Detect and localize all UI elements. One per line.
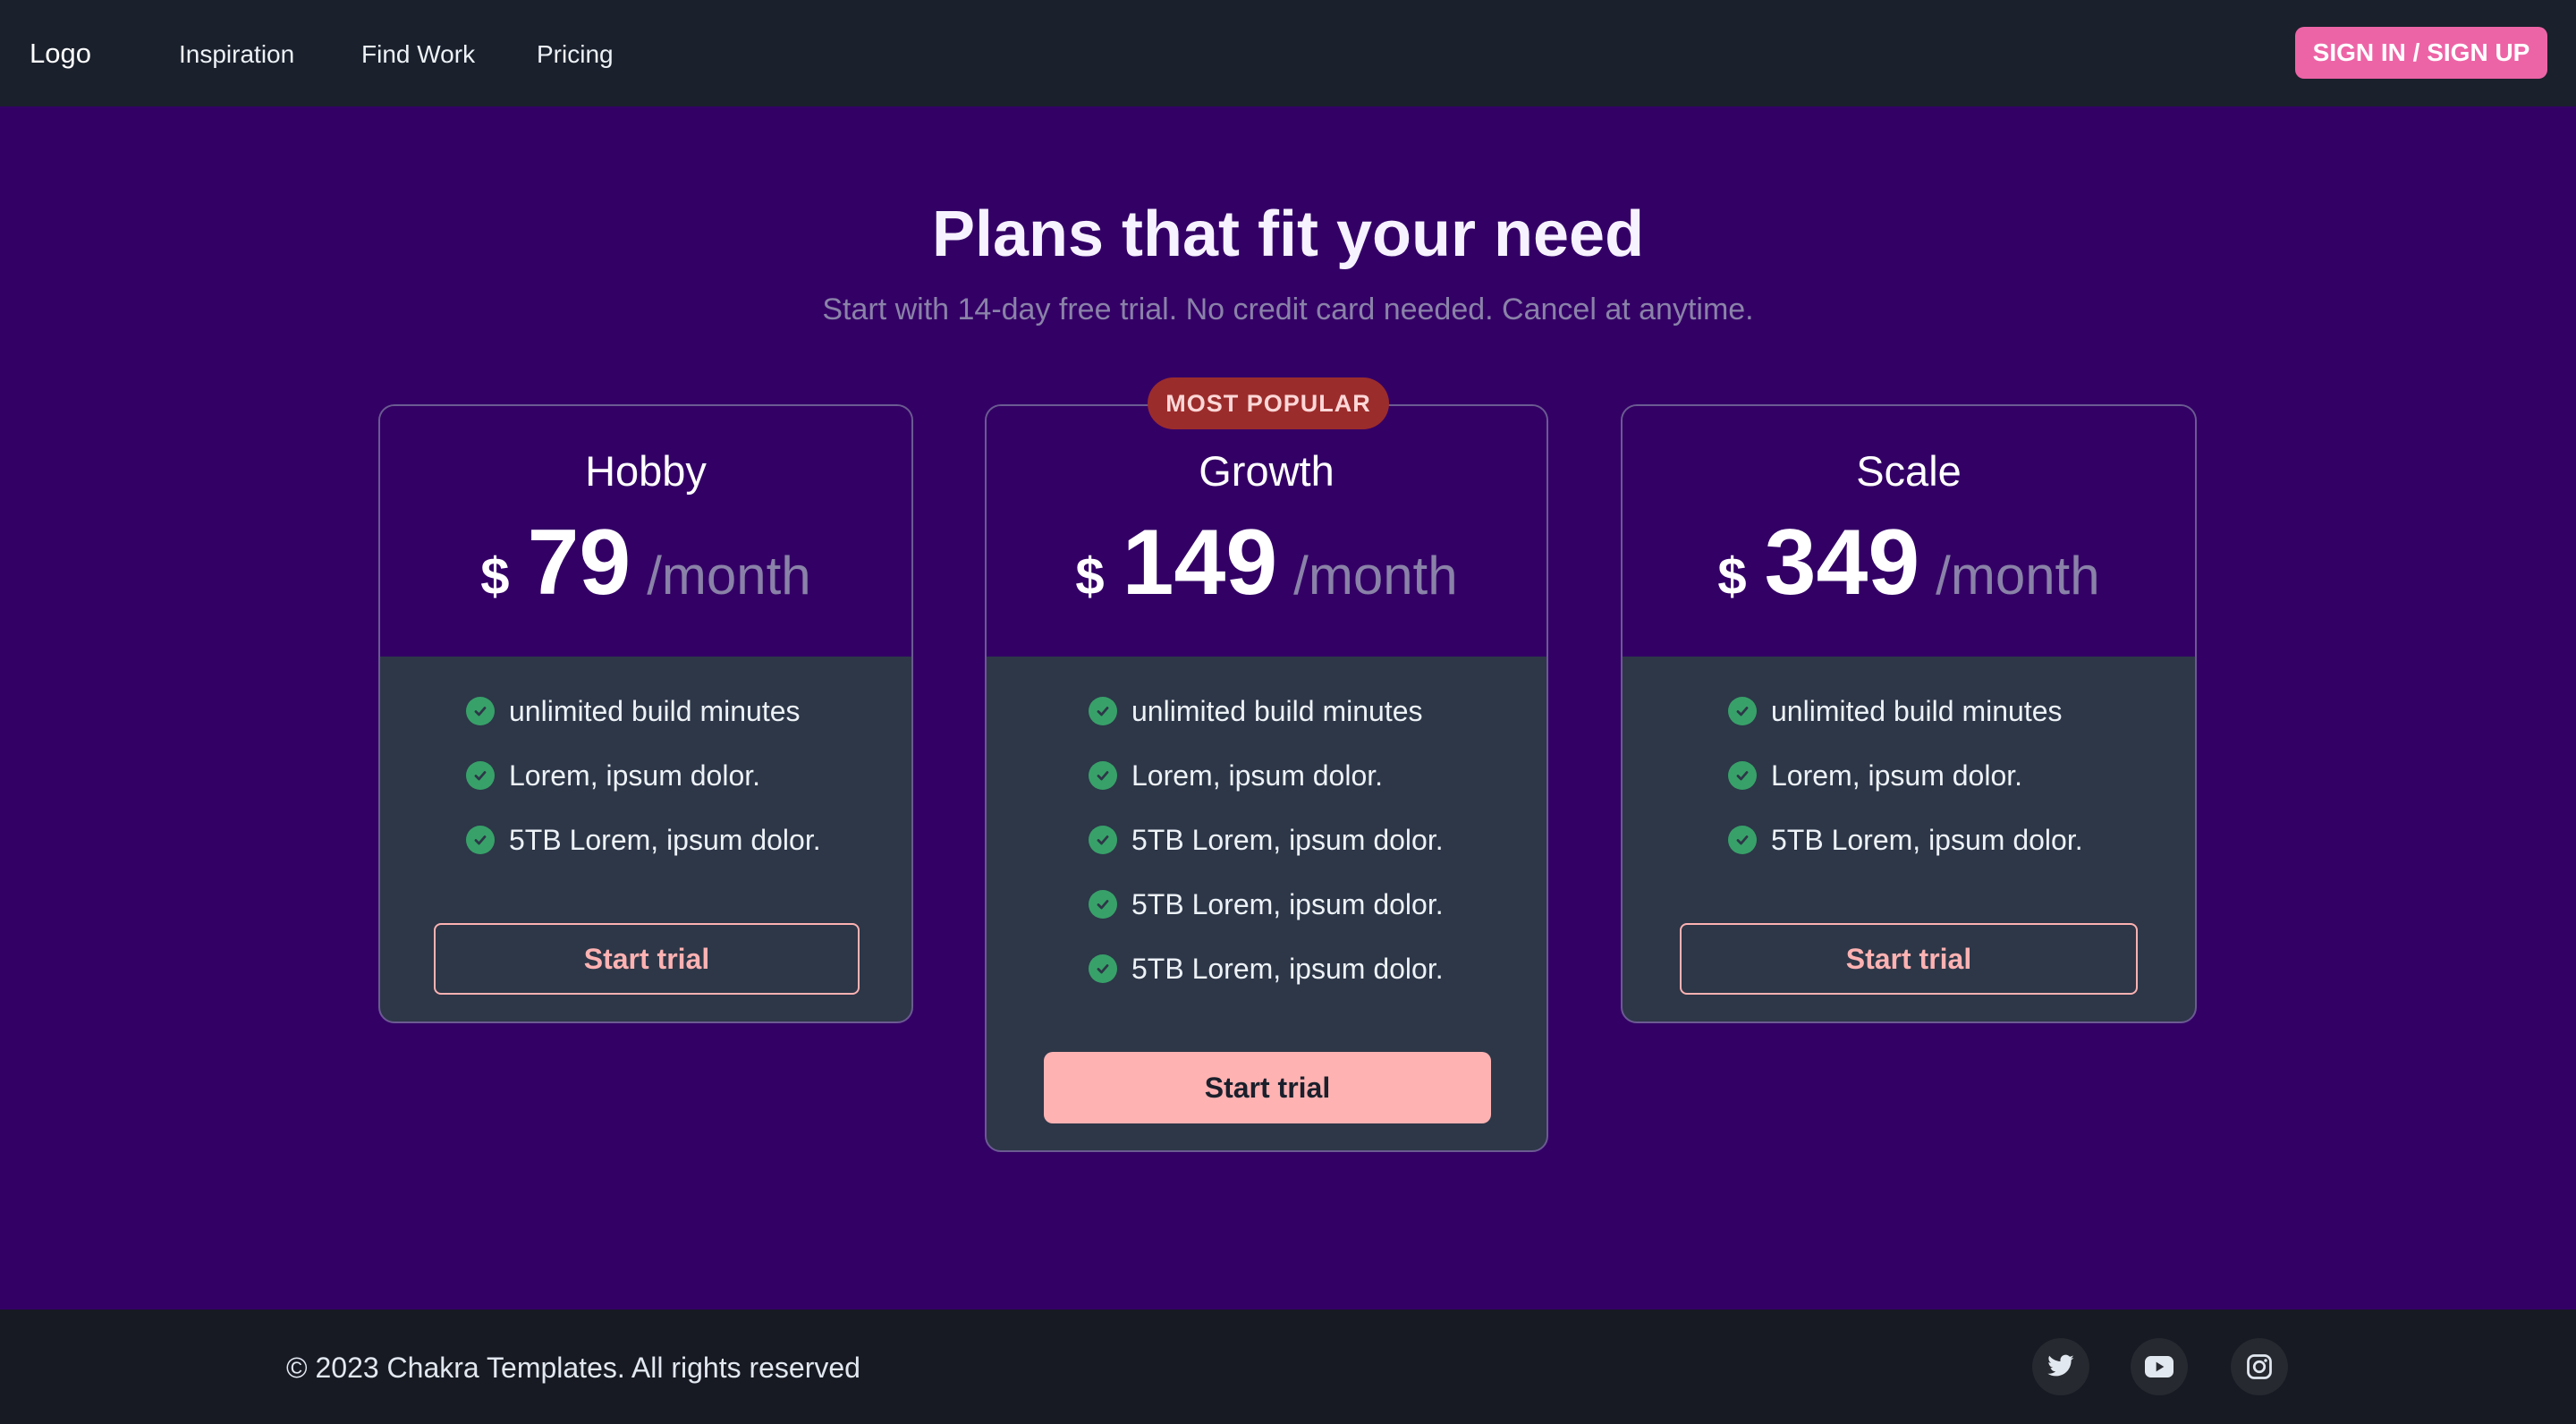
check-circle-icon	[1728, 761, 1757, 790]
list-item: unlimited build minutes	[1728, 689, 2063, 733]
check-circle-icon	[1089, 954, 1117, 983]
feature-text: 5TB Lorem, ipsum dolor.	[509, 823, 821, 856]
plan-card-header: Growth $ 149 /month	[987, 406, 1546, 657]
footer: © 2023 Chakra Templates. All rights rese…	[0, 1310, 2576, 1424]
check-circle-icon	[466, 826, 495, 854]
list-item: 5TB Lorem, ipsum dolor.	[1089, 818, 1444, 862]
start-trial-button[interactable]: Start trial	[1680, 923, 2138, 995]
feature-text: unlimited build minutes	[509, 694, 801, 727]
plan-card-scale: Scale $ 349 /month unlimited build minut…	[1621, 404, 2197, 1023]
currency-symbol: $	[480, 547, 510, 606]
list-item: Lorem, ipsum dolor.	[466, 753, 760, 798]
list-item: Lorem, ipsum dolor.	[1089, 753, 1383, 798]
nav-link-inspiration[interactable]: Inspiration	[179, 38, 294, 72]
currency-symbol: $	[1075, 547, 1105, 606]
plan-name: Growth	[1199, 447, 1335, 495]
feature-text: 5TB Lorem, ipsum dolor.	[1771, 823, 2083, 856]
list-item: unlimited build minutes	[466, 689, 801, 733]
check-circle-icon	[1089, 826, 1117, 854]
feature-text: 5TB Lorem, ipsum dolor.	[1131, 887, 1444, 920]
price-period: /month	[647, 546, 811, 606]
twitter-icon[interactable]	[2032, 1338, 2089, 1395]
start-trial-button[interactable]: Start trial	[434, 923, 860, 995]
list-item: 5TB Lorem, ipsum dolor.	[1728, 818, 2083, 862]
list-item: Lorem, ipsum dolor.	[1728, 753, 2022, 798]
check-circle-icon	[1728, 697, 1757, 725]
price-row: $ 79 /month	[380, 513, 911, 612]
most-popular-badge: MOST POPULAR	[1148, 377, 1389, 429]
navbar: Logo Inspiration Find Work Pricing SIGN …	[0, 0, 2576, 106]
check-circle-icon	[466, 761, 495, 790]
logo[interactable]: Logo	[30, 34, 91, 73]
nav-link-pricing[interactable]: Pricing	[537, 38, 614, 72]
instagram-icon[interactable]	[2231, 1338, 2288, 1395]
start-trial-button[interactable]: Start trial	[1044, 1052, 1491, 1123]
price-row: $ 349 /month	[1623, 513, 2195, 612]
feature-text: 5TB Lorem, ipsum dolor.	[1131, 823, 1444, 856]
check-circle-icon	[466, 697, 495, 725]
currency-symbol: $	[1717, 547, 1747, 606]
check-circle-icon	[1089, 697, 1117, 725]
plan-card-header: Scale $ 349 /month	[1623, 406, 2195, 657]
feature-text: Lorem, ipsum dolor.	[509, 759, 761, 792]
price-period: /month	[1936, 546, 2100, 606]
price-amount: 149	[1122, 511, 1278, 615]
page-title: Plans that fit your need	[931, 199, 1645, 270]
sign-in-button[interactable]: SIGN IN / SIGN UP	[2295, 27, 2547, 79]
feature-text: Lorem, ipsum dolor.	[1131, 759, 1384, 792]
plan-card-growth: Growth $ 149 /month MOST POPULAR unlimit…	[985, 377, 1548, 1152]
feature-text: unlimited build minutes	[1771, 694, 2063, 727]
list-item: 5TB Lorem, ipsum dolor.	[466, 818, 821, 862]
price-period: /month	[1293, 546, 1458, 606]
plan-name: Scale	[1856, 447, 1962, 495]
feature-text: Lorem, ipsum dolor.	[1771, 759, 2023, 792]
list-item: 5TB Lorem, ipsum dolor.	[1089, 882, 1444, 927]
check-circle-icon	[1089, 761, 1117, 790]
copyright-text: © 2023 Chakra Templates. All rights rese…	[286, 1352, 860, 1384]
price-row: $ 149 /month	[987, 513, 1546, 612]
list-item: 5TB Lorem, ipsum dolor.	[1089, 946, 1444, 991]
check-circle-icon	[1089, 890, 1117, 919]
plan-name: Hobby	[585, 447, 707, 495]
plan-card-header: Hobby $ 79 /month	[380, 406, 911, 657]
plan-card-hobby: Hobby $ 79 /month unlimited build minute…	[378, 404, 913, 1023]
page-subtitle: Start with 14-day free trial. No credit …	[822, 292, 1754, 326]
list-item: unlimited build minutes	[1089, 689, 1423, 733]
nav-link-find-work[interactable]: Find Work	[361, 38, 475, 72]
youtube-icon[interactable]	[2131, 1338, 2188, 1395]
feature-text: unlimited build minutes	[1131, 694, 1423, 727]
price-amount: 79	[527, 511, 631, 615]
check-circle-icon	[1728, 826, 1757, 854]
price-amount: 349	[1764, 511, 1920, 615]
feature-text: 5TB Lorem, ipsum dolor.	[1131, 952, 1444, 985]
